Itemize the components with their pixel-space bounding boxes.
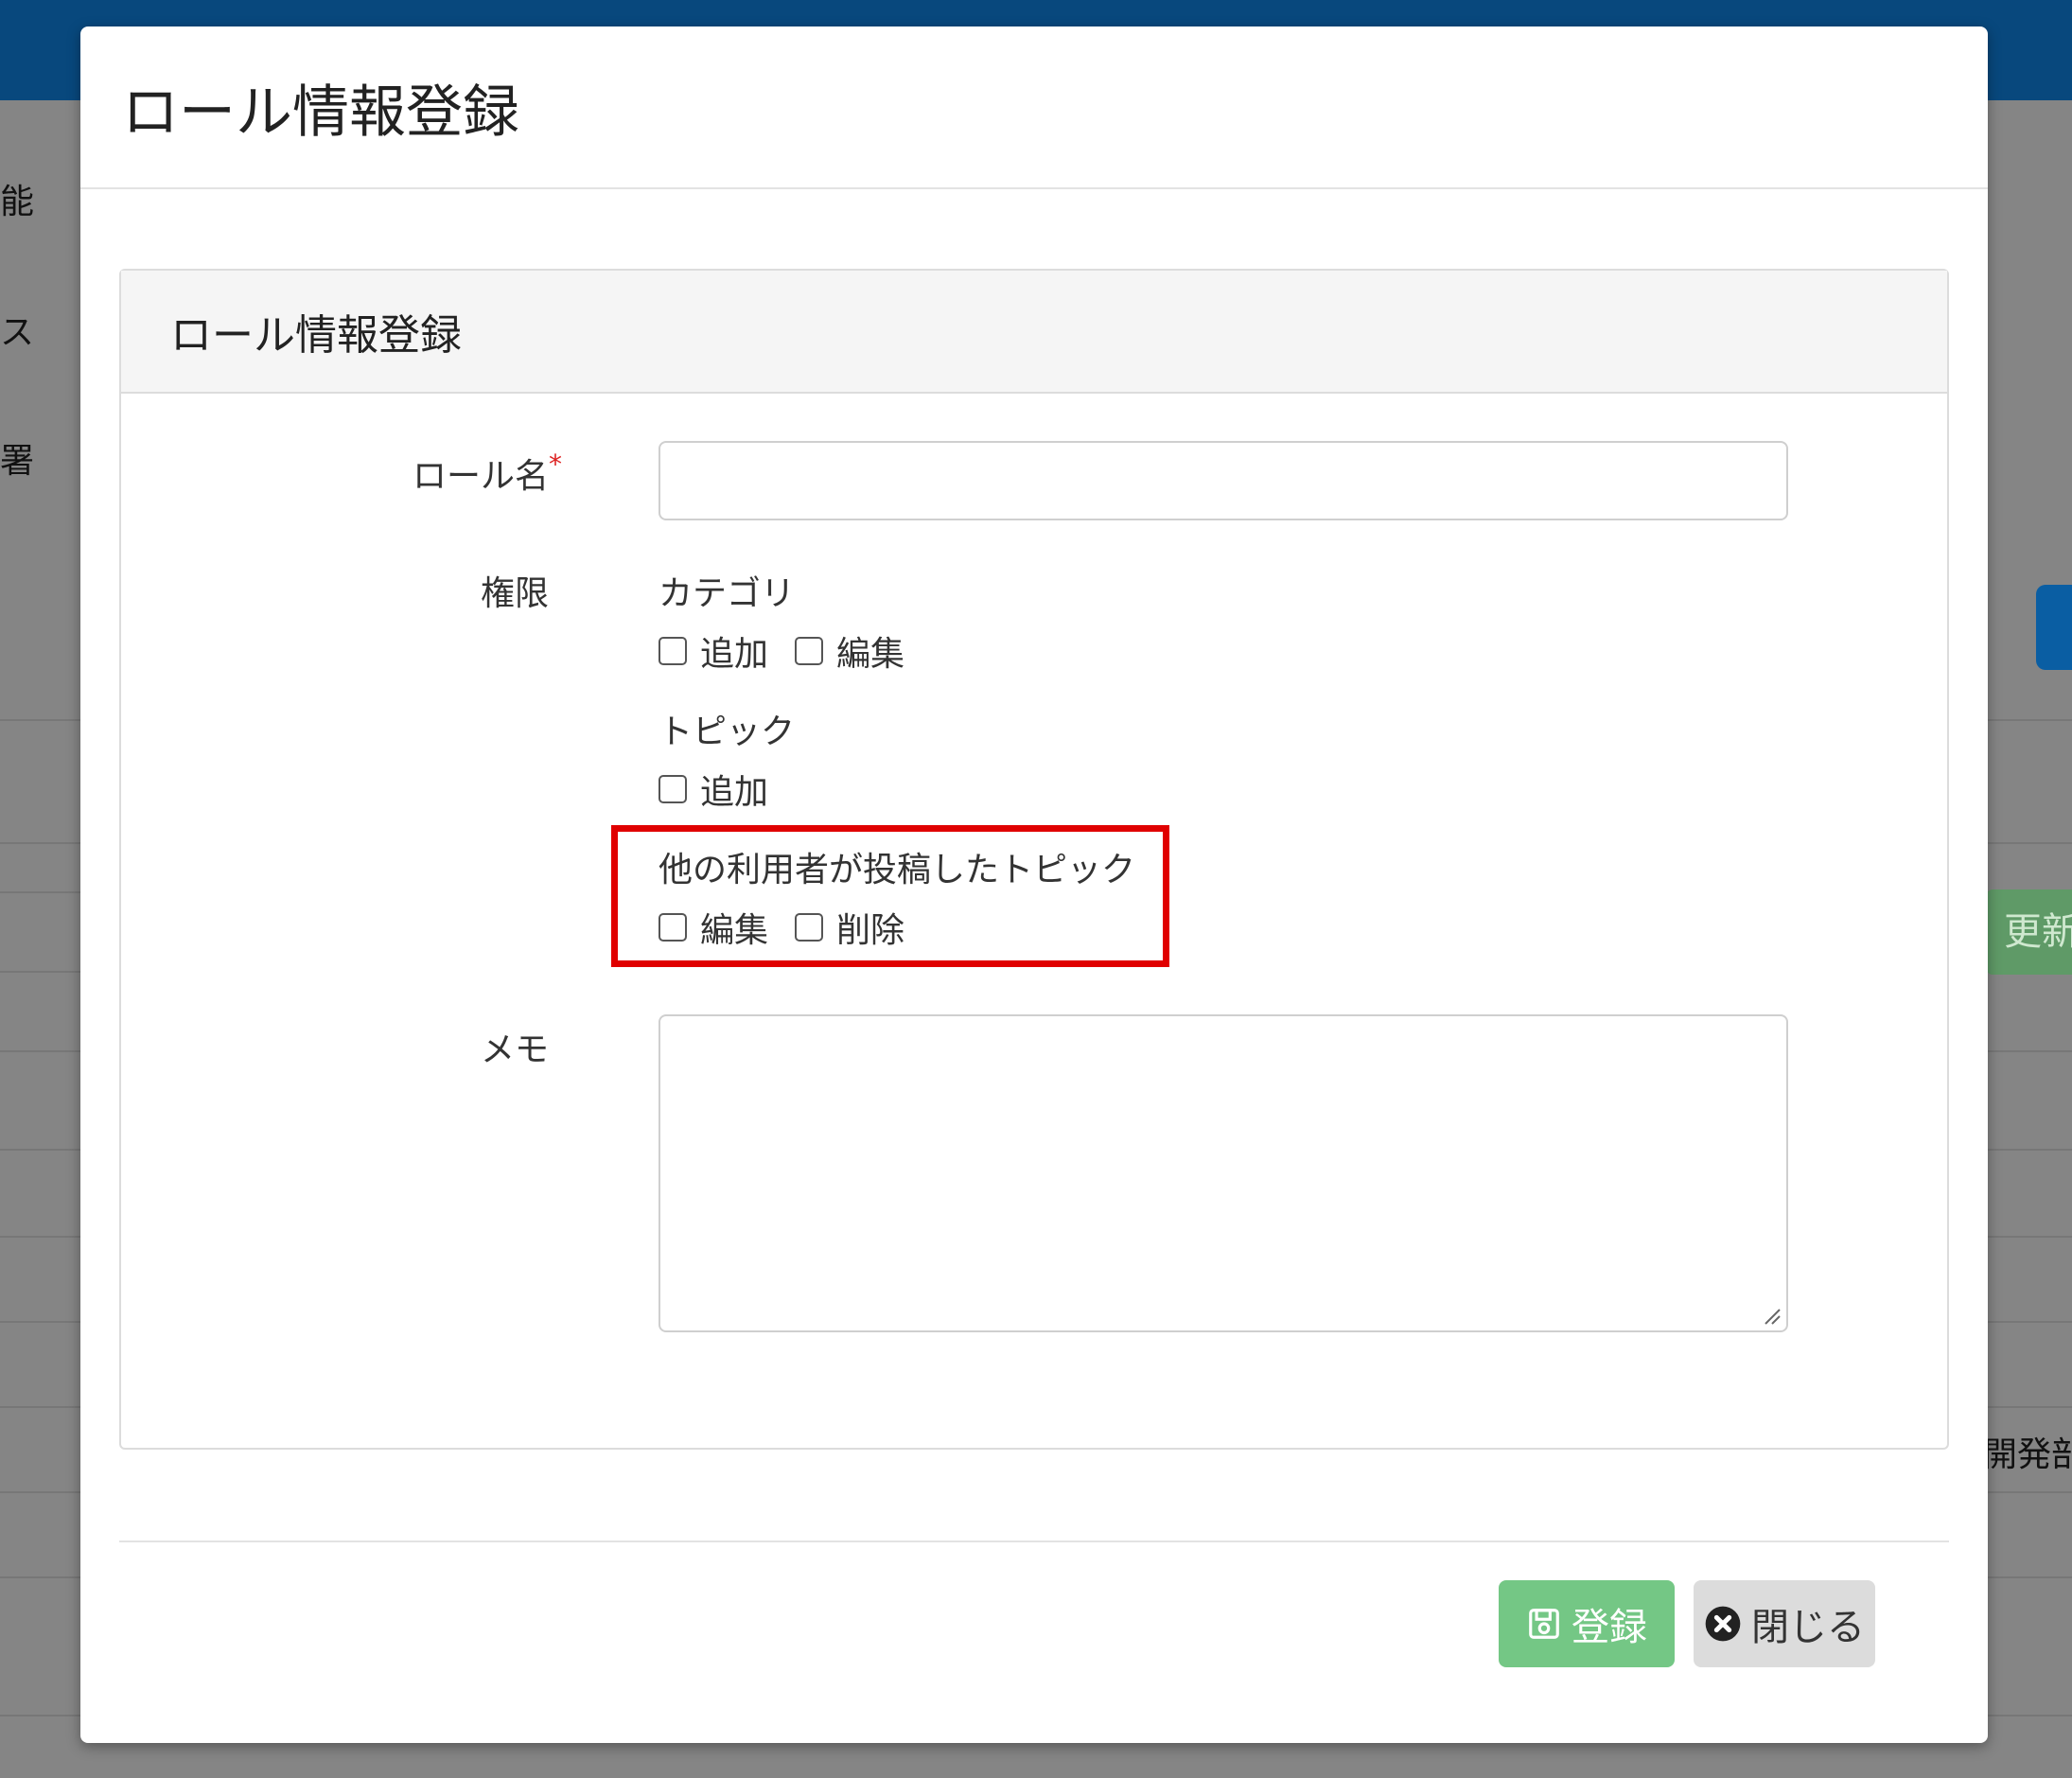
role-register-modal: ロール情報登録 ロール情報登録 ロール名* 権限 カテゴリ 追加 編集 トピック… [80, 26, 1988, 1743]
category-edit-checkbox[interactable]: 編集 [795, 626, 904, 676]
bg-department-text: 開発部 [1983, 1435, 2072, 1474]
modal-title: ロール情報登録 [122, 79, 519, 146]
card-title: ロール情報登録 [170, 311, 462, 360]
save-button[interactable]: 登録 [1499, 1580, 1675, 1667]
others-topic-edit-checkbox[interactable]: 編集 [658, 903, 768, 952]
close-button[interactable]: 閉じる [1694, 1580, 1875, 1667]
checkbox-box[interactable] [658, 775, 687, 803]
checkbox-box[interactable] [658, 913, 687, 942]
category-add-checkbox[interactable]: 追加 [658, 626, 768, 676]
modal-header: ロール情報登録 [80, 26, 1988, 189]
others-topic-delete-checkbox[interactable]: 削除 [795, 903, 904, 952]
memo-textarea[interactable] [658, 1014, 1788, 1332]
card-header: ロール情報登録 [121, 271, 1947, 394]
form-card: ロール情報登録 ロール名* 権限 カテゴリ 追加 編集 トピック 追加 他の利用… [119, 269, 1949, 1450]
checkbox-box[interactable] [658, 637, 687, 665]
permission-group-topic-title: トピック [658, 713, 796, 751]
bg-action-button [2036, 585, 2072, 670]
bg-sidebar-label: 署 [0, 442, 35, 481]
resize-grip-icon[interactable] [1762, 1306, 1781, 1325]
bg-sidebar-label: ス [0, 313, 35, 352]
memo-label: メモ [480, 1030, 549, 1069]
permission-group-category-title: カテゴリ [658, 574, 796, 613]
footer-divider [119, 1540, 1949, 1542]
role-name-input[interactable] [658, 441, 1788, 520]
role-name-label: ロール名* [412, 449, 562, 496]
close-circle-icon [1705, 1606, 1741, 1642]
bg-update-button: 更新 [1987, 889, 2072, 975]
checkbox-box[interactable] [795, 913, 823, 942]
required-mark: * [549, 449, 562, 480]
permissions-label: 権限 [480, 574, 549, 613]
checkbox-box[interactable] [795, 637, 823, 665]
floppy-disk-icon [1529, 1609, 1559, 1639]
permission-group-others-topic-title: 他の利用者が投稿したトピック [658, 851, 1136, 889]
bg-sidebar-label: 能 [0, 183, 35, 221]
topic-add-checkbox[interactable]: 追加 [658, 765, 768, 814]
